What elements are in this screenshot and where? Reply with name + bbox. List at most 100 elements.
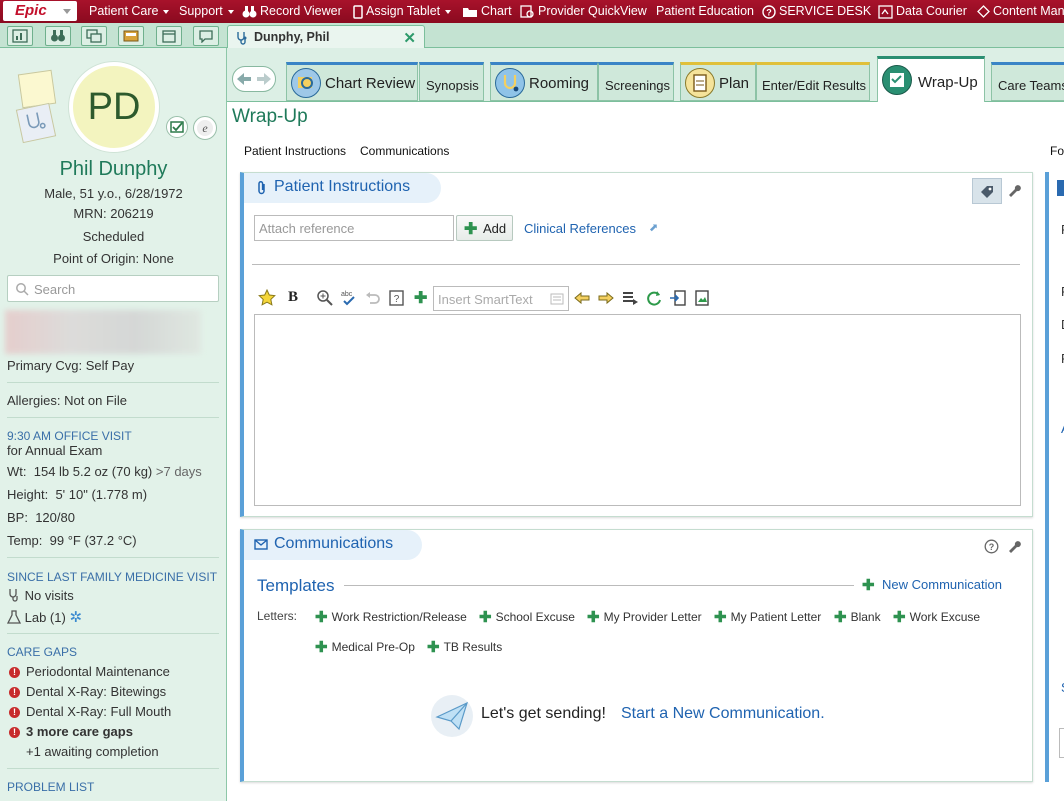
menu-assign-tablet[interactable]: Assign Tablet (353, 0, 452, 23)
stethoscope-icon (9, 589, 18, 602)
menu-label: Record Viewer (260, 4, 342, 18)
windows-icon (86, 29, 102, 43)
clinical-references-link[interactable]: Clinical References (524, 221, 636, 236)
tab-wrap-up[interactable]: Wrap-Up (877, 56, 985, 103)
problem-list-header[interactable]: PROBLEM LIST (7, 780, 94, 794)
vital-weight[interactable]: Wt: 154 lb 5.2 oz (70 kg) >7 days (7, 464, 202, 479)
menu-patient-education[interactable]: Patient Education (656, 0, 754, 23)
back-forward-nav[interactable] (232, 66, 276, 92)
instructions-text-editor[interactable] (254, 314, 1021, 506)
menu-patient-care[interactable]: Patient Care (89, 0, 170, 23)
patient-lookup-button[interactable] (45, 26, 71, 46)
tab-rooming[interactable]: Rooming (490, 62, 598, 101)
insert-list-icon[interactable] (621, 289, 639, 307)
refresh-icon[interactable] (645, 289, 663, 307)
search-input[interactable]: Search (7, 275, 219, 302)
vital-temp[interactable]: Temp: 99 °F (37.2 °C) (7, 533, 137, 548)
right-column-input[interactable] (1059, 728, 1064, 758)
patient-workspace-tab[interactable]: Dunphy, Phil ✕ (227, 25, 425, 49)
tab-enter-edit-results[interactable]: Enter/Edit Results (756, 62, 870, 101)
tab-synopsis[interactable]: Synopsis (419, 62, 484, 101)
visit-header[interactable]: 9:30 AM OFFICE VISIT (7, 429, 132, 443)
zoom-icon[interactable] (316, 289, 334, 307)
schedule-button[interactable] (156, 26, 182, 46)
section-link-right[interactable]: Fo (1050, 144, 1064, 158)
arrow-left-icon[interactable] (573, 289, 591, 307)
start-communication-link[interactable]: Start a New Communication. (621, 705, 825, 723)
star-icon[interactable] (258, 289, 276, 307)
menu-data-courier[interactable]: Data Courier (878, 0, 967, 23)
allergies[interactable]: Allergies: Not on File (7, 393, 127, 408)
sticky-note-icon[interactable] (17, 69, 57, 109)
letter-template[interactable]: ✚ Work Excuse (893, 608, 980, 626)
arrow-right-icon[interactable] (597, 289, 615, 307)
letter-label: Blank (850, 610, 881, 624)
svg-text:e: e (202, 121, 208, 135)
menu-chart[interactable]: Chart (462, 0, 512, 23)
smarttext-placeholder: Insert SmartText (438, 292, 533, 307)
primary-coverage[interactable]: Primary Cvg: Self Pay (7, 358, 134, 373)
menu-record-viewer[interactable]: Record Viewer (242, 0, 342, 23)
tab-chart-review[interactable]: Chart Review (286, 62, 418, 101)
document-image-icon[interactable] (693, 289, 711, 307)
add-button[interactable]: ✚ Add (456, 215, 513, 241)
attach-reference-input[interactable]: Attach reference (254, 215, 454, 241)
chevron-down-icon (63, 9, 71, 14)
alert-icon: ! (9, 687, 20, 698)
vital-height[interactable]: Height: 5' 10" (1.778 m) (7, 487, 147, 502)
windows-button[interactable] (81, 26, 107, 46)
close-icon[interactable]: ✕ (403, 29, 416, 47)
wrench-icon[interactable] (1007, 539, 1021, 553)
smarttext-input[interactable]: Insert SmartText (433, 286, 569, 311)
wrench-icon[interactable] (1007, 183, 1021, 197)
no-visits-label: No visits (24, 588, 74, 603)
letter-template[interactable]: ✚ TB Results (427, 638, 502, 656)
no-visits[interactable]: No visits (7, 588, 74, 603)
tab-plan[interactable]: Plan (680, 62, 756, 101)
care-gap-item[interactable]: Dental X-Ray: Full Mouth (26, 704, 171, 719)
care-gap-item[interactable]: Periodontal Maintenance (26, 664, 170, 679)
section-link-patient-instructions[interactable]: Patient Instructions (244, 144, 346, 158)
vital-bp[interactable]: BP: 120/80 (7, 510, 75, 525)
letter-template[interactable]: ✚ Work Restriction/Release (315, 608, 467, 626)
undo-icon[interactable] (364, 289, 382, 307)
messages-button[interactable] (193, 26, 219, 46)
help-icon[interactable]: ? (984, 539, 999, 554)
letter-template[interactable]: ✚ Blank (834, 608, 881, 626)
since-last-visit-header[interactable]: SINCE LAST FAMILY MEDICINE VISIT (7, 570, 217, 584)
more-care-gaps[interactable]: 3 more care gaps (26, 724, 133, 739)
spellcheck-icon[interactable]: abc (340, 289, 358, 307)
paper-plane-icon (431, 695, 473, 737)
new-communication-button[interactable]: New Communication (882, 577, 1002, 592)
smartlink-help-icon[interactable]: ? (388, 289, 406, 307)
care-gap-item[interactable]: Dental X-Ray: Bitewings (26, 684, 166, 699)
menu-provider-quickview[interactable]: Provider QuickView (520, 0, 647, 23)
import-icon[interactable] (669, 289, 687, 307)
letter-template[interactable]: ✚ Medical Pre-Op (315, 638, 415, 656)
care-gaps-header[interactable]: CARE GAPS (7, 645, 77, 659)
section-link-communications[interactable]: Communications (360, 144, 449, 158)
epic-menu-button[interactable]: Epic (3, 1, 77, 21)
verify-button[interactable] (166, 116, 188, 138)
avatar[interactable]: PD (69, 62, 159, 152)
tab-screenings[interactable]: Screenings (598, 62, 674, 101)
letter-template[interactable]: ✚ My Patient Letter (714, 608, 821, 626)
dashboard-button[interactable] (7, 26, 33, 46)
menu-service-desk[interactable]: ? SERVICE DESK (762, 0, 871, 23)
tag-button[interactable] (972, 178, 1002, 204)
plus-icon[interactable]: ✚ (414, 288, 427, 308)
letter-template[interactable]: ✚ My Provider Letter (587, 608, 702, 626)
lab-results[interactable]: Lab (1) ✲ (7, 608, 82, 626)
right-column-panel: F F D F A S (1045, 172, 1064, 782)
inbasket-button[interactable] (118, 26, 144, 46)
tablet-icon (353, 4, 363, 19)
letter-template[interactable]: ✚ School Excuse (479, 608, 575, 626)
mychart-button[interactable]: e (193, 116, 217, 140)
menu-content-management[interactable]: Content Man (977, 0, 1064, 23)
paper-plane-icon (435, 701, 468, 731)
bold-button[interactable]: B (288, 289, 298, 306)
menu-support[interactable]: Support (179, 0, 234, 23)
patient-tab-name: Dunphy, Phil (254, 30, 330, 44)
tab-label: Care Teams (998, 78, 1064, 93)
tab-care-teams[interactable]: Care Teams (991, 62, 1064, 101)
